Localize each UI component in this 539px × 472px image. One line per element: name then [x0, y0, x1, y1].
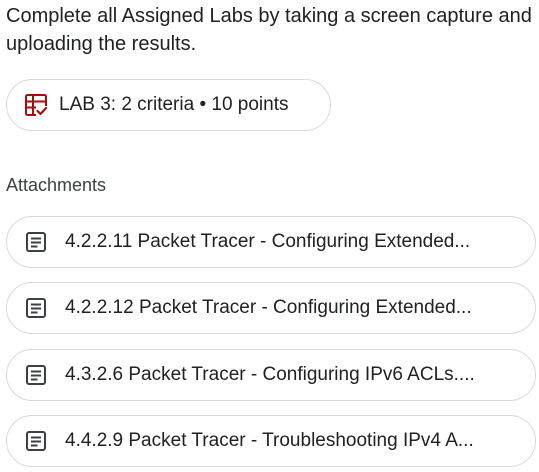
rubric-chip[interactable]: LAB 3: 2 criteria • 10 points [6, 79, 331, 131]
attachment-label: 4.3.2.6 Packet Tracer - Configuring IPv6… [65, 364, 475, 385]
attachment-label: 4.2.2.11 Packet Tracer - Configuring Ext… [65, 231, 471, 252]
document-icon [25, 364, 47, 386]
assignment-instructions: Complete all Assigned Labs by taking a s… [6, 5, 532, 55]
document-icon [25, 231, 47, 253]
attachment-label: 4.4.2.9 Packet Tracer - Troubleshooting … [65, 430, 474, 451]
document-icon [25, 297, 47, 319]
attachment-item[interactable]: 4.3.2.6 Packet Tracer - Configuring IPv6… [6, 349, 536, 401]
rubric-label: LAB 3: 2 criteria • 10 points [59, 94, 289, 115]
attachment-label: 4.2.2.12 Packet Tracer - Configuring Ext… [65, 297, 472, 318]
rubric-icon [25, 94, 47, 116]
attachment-item[interactable]: 4.2.2.12 Packet Tracer - Configuring Ext… [6, 282, 536, 334]
attachment-item[interactable]: 4.2.2.11 Packet Tracer - Configuring Ext… [6, 216, 536, 268]
attachments-heading: Attachments [6, 175, 107, 195]
attachment-item[interactable]: 4.4.2.9 Packet Tracer - Troubleshooting … [6, 415, 536, 467]
document-icon [25, 430, 47, 452]
